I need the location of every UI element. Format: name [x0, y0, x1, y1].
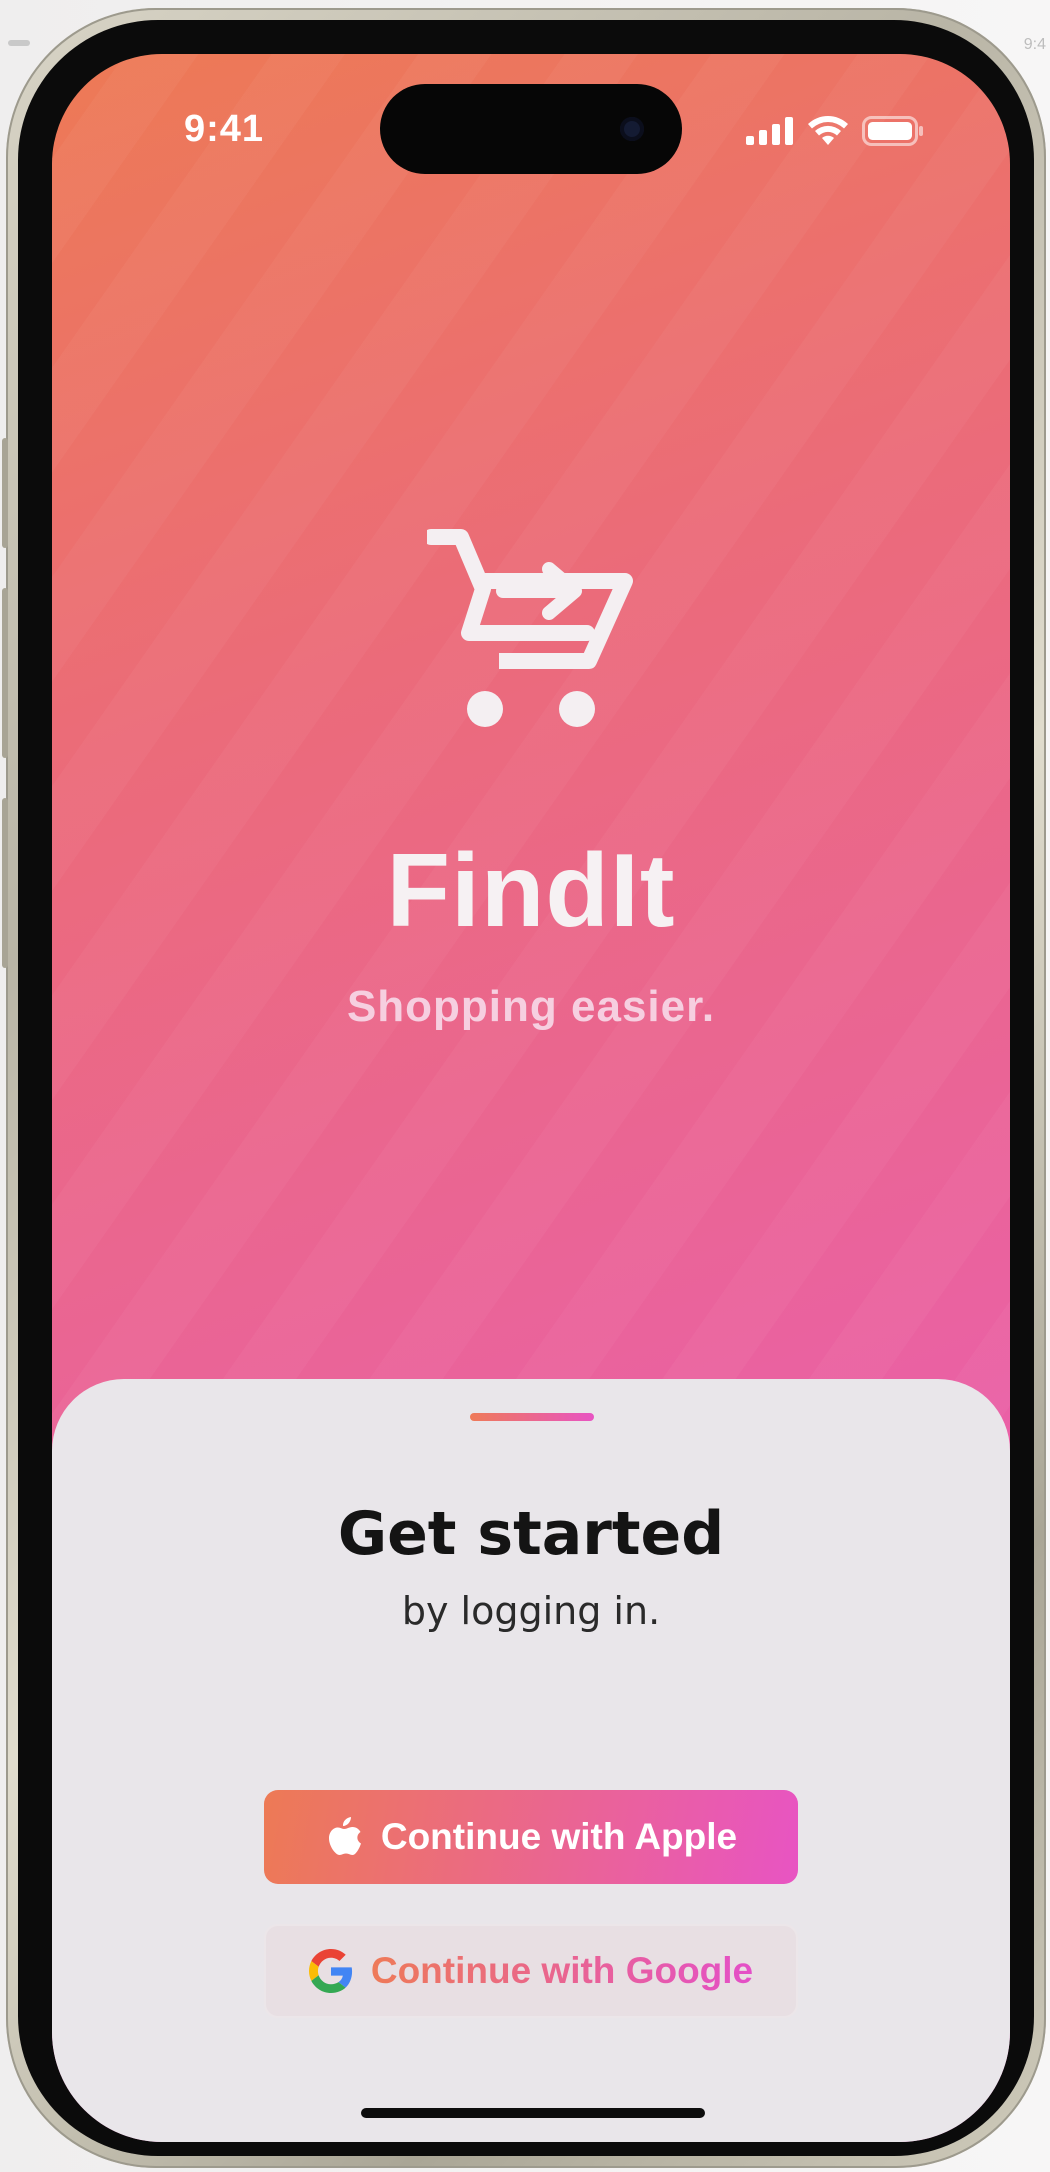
continue-with-apple-button[interactable]: Continue with Apple	[264, 1790, 798, 1884]
login-sheet: Get started by logging in. Continue with…	[52, 1379, 1010, 2142]
cart-arrow-icon	[427, 529, 633, 727]
action-button	[2, 438, 8, 548]
sheet-subtitle: by logging in.	[401, 1589, 661, 1633]
background-time: 9:4	[1023, 36, 1046, 53]
volume-up-button	[2, 588, 8, 758]
app-tagline: Shopping easier.	[346, 982, 716, 1031]
background-dash	[8, 40, 30, 46]
phone-frame: 9:41 FindIt Shopping easier. Get started…	[2, 8, 1046, 2168]
sheet-grabber[interactable]	[470, 1413, 594, 1421]
screen: 9:41 FindIt Shopping easier. Get started…	[52, 54, 1010, 2142]
google-logo-icon	[308, 1949, 352, 1993]
volume-down-button	[2, 798, 8, 968]
apple-logo-icon	[328, 1817, 361, 1855]
apple-button-label: Continue with Apple	[380, 1816, 738, 1857]
google-button-label: Continue with Google	[370, 1950, 754, 1991]
app-name: FindIt	[386, 833, 676, 949]
home-indicator[interactable]	[361, 2108, 705, 2118]
sheet-title: Get started	[337, 1499, 725, 1569]
continue-with-google-button[interactable]: Continue with Google	[264, 1924, 798, 2018]
hero: FindIt Shopping easier.	[52, 54, 1010, 1384]
